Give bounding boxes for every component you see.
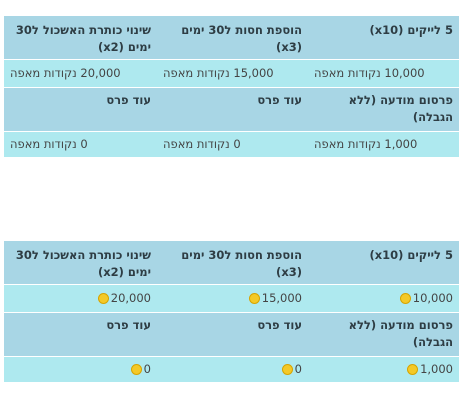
reward-cost: 10,000 נקודות מאפה: [308, 60, 459, 88]
reward-title: שינוי כותרת האשכול ל30 ימים (x2): [4, 16, 157, 60]
coin-icon: [281, 364, 293, 375]
reward-cost: 10,000: [308, 285, 459, 313]
coin-icon: [130, 364, 142, 375]
reward-title: עוד פרס: [157, 313, 308, 357]
coin-icon: [399, 293, 411, 304]
reward-title: שינוי כותרת האשכול ל30 ימים (x2): [4, 241, 157, 285]
reward-cost: 20,000: [4, 285, 157, 313]
reward-cost: 15,000: [157, 285, 308, 313]
reward-title: 5 לייקים (x10): [308, 241, 459, 285]
reward-title: פרסום מודעה (ללא הגבלה): [308, 88, 459, 132]
rewards-table-coins: 5 לייקים (x10) הוספת חסות ל30 ימים (x3) …: [4, 241, 459, 383]
reward-title: עוד פרס: [4, 88, 157, 132]
reward-cost: 0: [4, 357, 157, 383]
reward-cost: 0: [157, 357, 308, 383]
reward-title: עוד פרס: [157, 88, 308, 132]
reward-cost: 20,000 נקודות מאפה: [4, 60, 157, 88]
rewards-table-text: 5 לייקים (x10) הוספת חסות ל30 ימים (x3) …: [4, 16, 459, 158]
reward-title: עוד פרס: [4, 313, 157, 357]
reward-title: הוספת חסות ל30 ימים (x3): [157, 241, 308, 285]
reward-title: 5 לייקים (x10): [308, 16, 459, 60]
reward-cost: 1,000 נקודות מאפה: [308, 132, 459, 158]
reward-cost: 0 נקודות מאפה: [157, 132, 308, 158]
coin-icon: [407, 364, 419, 375]
reward-title: הוספת חסות ל30 ימים (x3): [157, 16, 308, 60]
coin-icon: [248, 293, 260, 304]
coin-icon: [97, 293, 109, 304]
reward-cost: 15,000 נקודות מאפה: [157, 60, 308, 88]
reward-title: פרסום מודעה (ללא הגבלה): [308, 313, 459, 357]
reward-cost: 0 נקודות מאפה: [4, 132, 157, 158]
reward-cost: 1,000: [308, 357, 459, 383]
